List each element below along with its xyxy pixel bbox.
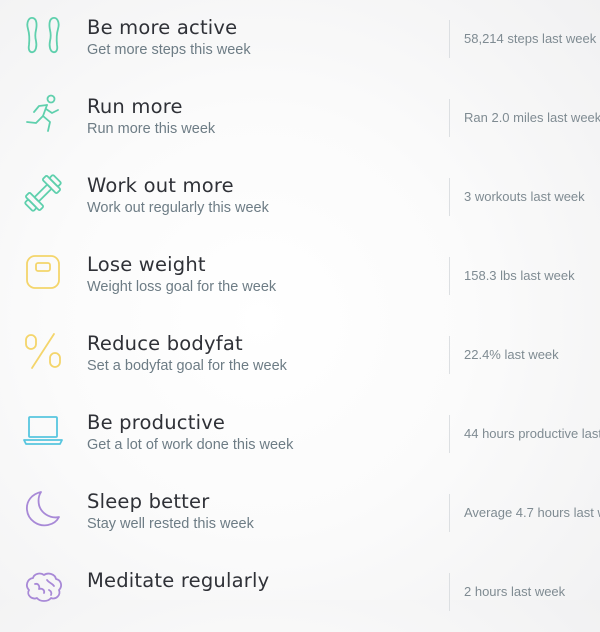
scale-icon	[18, 247, 68, 297]
percent-icon	[18, 326, 68, 376]
goal-stat: 44 hours productive last	[464, 426, 600, 441]
goal-subtitle: Get more steps this week	[87, 42, 251, 58]
goal-list: Be more active Get more steps this week …	[0, 0, 600, 611]
goal-divider	[449, 178, 450, 216]
goal-title: Be productive	[87, 411, 226, 434]
goal-divider	[449, 99, 450, 137]
goal-row-meditate-regularly[interactable]: Meditate regularly 2 hours last week	[0, 553, 600, 632]
goal-stat: 158.3 lbs last week	[464, 268, 575, 283]
goal-stat: Ran 2.0 miles last week	[464, 110, 600, 125]
goal-stat: Average 4.7 hours last w	[464, 505, 600, 520]
goal-title: Lose weight	[87, 253, 206, 276]
goal-subtitle: Weight loss goal for the week	[87, 279, 277, 295]
goal-stat: 58,214 steps last week	[464, 31, 597, 46]
goal-row-run-more[interactable]: Run more Run more this week Ran 2.0 mile…	[0, 79, 600, 158]
goal-row-be-more-active[interactable]: Be more active Get more steps this week …	[0, 0, 600, 79]
goal-title: Run more	[87, 95, 183, 118]
goal-subtitle: Stay well rested this week	[87, 516, 254, 532]
goal-row-be-productive[interactable]: Be productive Get a lot of work done thi…	[0, 395, 600, 474]
goal-subtitle: Get a lot of work done this week	[87, 437, 294, 453]
goal-stat: 2 hours last week	[464, 584, 566, 599]
goal-title: Be more active	[87, 16, 238, 39]
goal-title: Meditate regularly	[87, 569, 270, 592]
goal-row-sleep-better[interactable]: Sleep better Stay well rested this week …	[0, 474, 600, 553]
goal-stat: 3 workouts last week	[464, 189, 585, 204]
goal-subtitle: Set a bodyfat goal for the week	[87, 358, 287, 374]
goal-divider	[449, 494, 450, 532]
goal-subtitle: Work out regularly this week	[87, 200, 269, 216]
goal-row-lose-weight[interactable]: Lose weight Weight loss goal for the wee…	[0, 237, 600, 316]
dumbbell-icon	[18, 168, 68, 218]
goal-subtitle: Run more this week	[87, 121, 216, 137]
crescent-moon-icon	[18, 484, 68, 534]
goal-divider	[449, 336, 450, 374]
goal-row-work-out-more[interactable]: Work out more Work out regularly this we…	[0, 158, 600, 237]
goal-title: Reduce bodyfat	[87, 332, 243, 355]
goal-stat: 22.4% last week	[464, 347, 559, 362]
footprints-icon	[18, 10, 68, 60]
running-person-icon	[18, 89, 68, 139]
goal-divider	[449, 415, 450, 453]
goal-divider	[449, 20, 450, 58]
goal-title: Sleep better	[87, 490, 210, 513]
goal-title: Work out more	[87, 174, 234, 197]
laptop-icon	[18, 405, 68, 455]
goal-row-reduce-bodyfat[interactable]: Reduce bodyfat Set a bodyfat goal for th…	[0, 316, 600, 395]
brain-icon	[18, 563, 68, 613]
goal-divider	[449, 257, 450, 295]
goal-divider	[449, 573, 450, 611]
